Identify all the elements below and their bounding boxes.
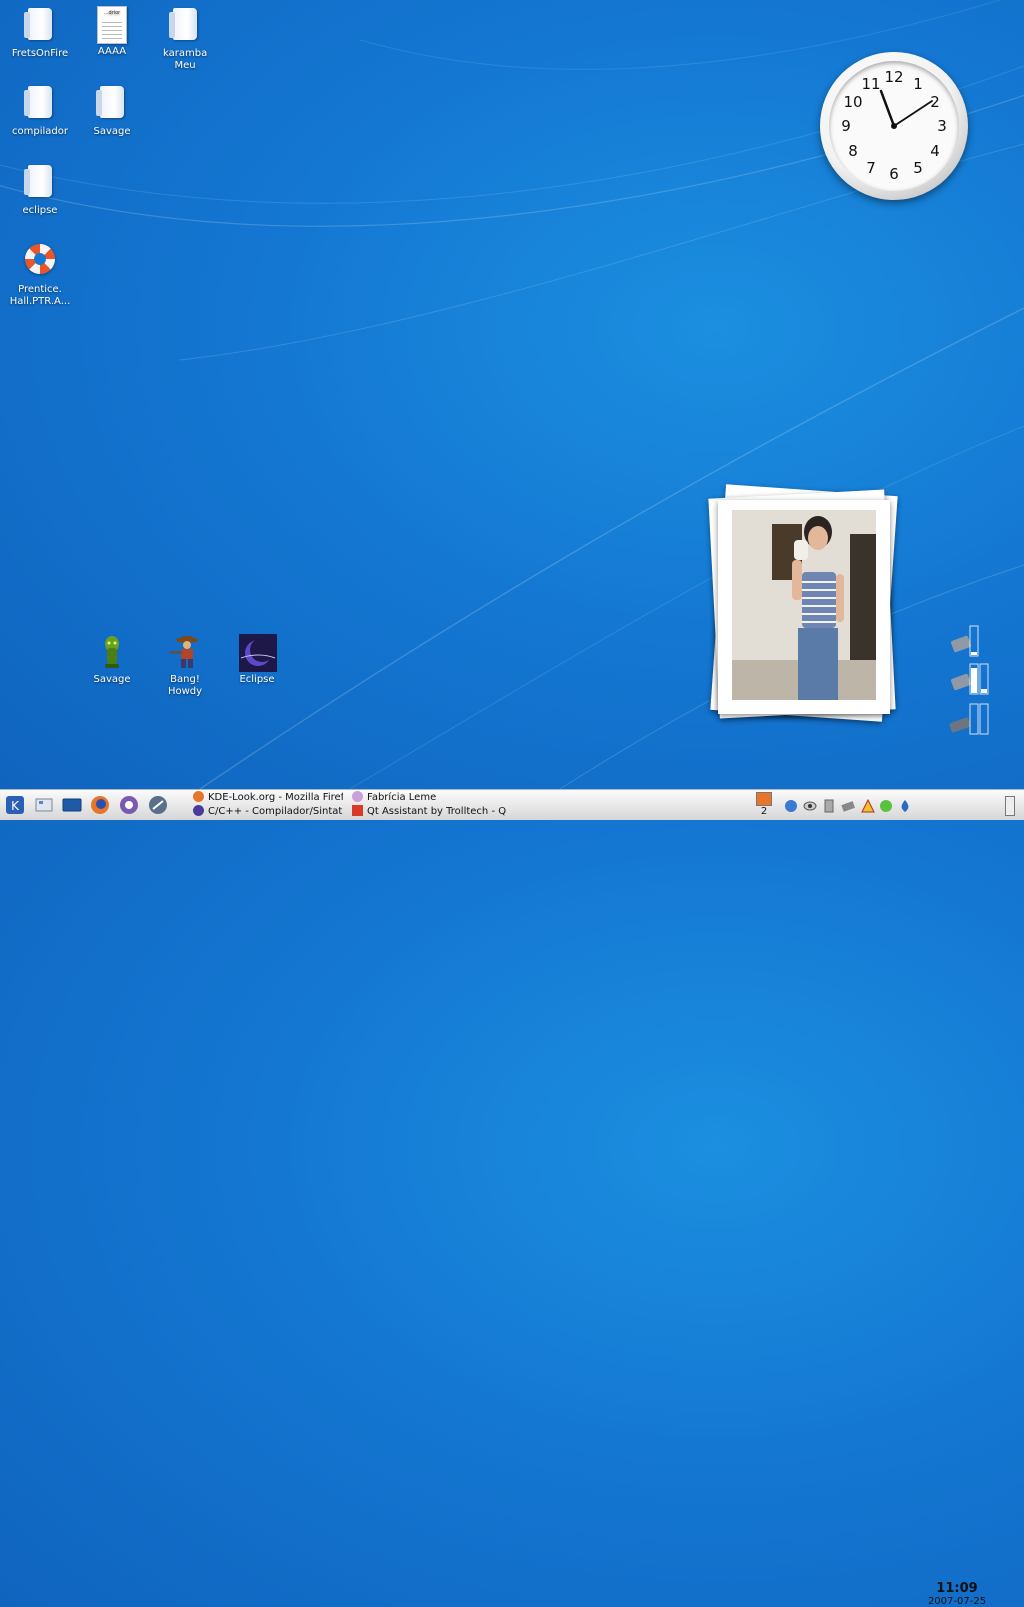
clock-center xyxy=(891,123,897,129)
network-meter xyxy=(949,703,989,735)
kopete-tray-icon[interactable] xyxy=(784,799,798,813)
task-kopete-chat[interactable]: Fabrícia Leme xyxy=(352,791,502,805)
desktop-icon[interactable] xyxy=(34,795,54,815)
green-status-icon[interactable] xyxy=(879,799,893,813)
drop-icon[interactable] xyxy=(898,799,912,813)
lifebuoy-icon xyxy=(25,244,55,274)
photo-frame-widget[interactable] xyxy=(708,484,900,726)
task-label: KDE-Look.org - Mozilla Firefo xyxy=(208,792,343,803)
konsole-icon[interactable] xyxy=(62,795,82,815)
pager-thumbnail xyxy=(756,792,772,806)
cowboy-game-icon xyxy=(170,636,198,668)
taskbar-clock[interactable]: 11:09 2007-07-25 xyxy=(926,1581,988,1607)
folder-icon xyxy=(24,8,52,40)
desktop-icon-label: eclipse xyxy=(22,205,58,216)
network-icon[interactable] xyxy=(841,799,855,813)
minute-hand xyxy=(893,100,933,127)
task-label: Qt Assistant by Trolltech - Q xyxy=(367,806,506,817)
task-label: C/C++ - Compilador/Sintatic xyxy=(208,806,343,817)
document-header: ...drior xyxy=(103,10,121,16)
desktop-icon-fretsonfire[interactable]: FretsOnFire xyxy=(5,6,75,60)
clock-hands xyxy=(879,89,933,129)
qt-assistant-icon xyxy=(352,805,363,816)
hour-hand xyxy=(879,89,896,128)
folder-icon xyxy=(169,8,197,40)
desktop-icon-bang-howdy[interactable]: Bang! Howdy xyxy=(150,634,220,698)
desktop-pager[interactable]: 2 xyxy=(754,792,774,818)
desktop-icon-label: AAAA xyxy=(97,46,127,57)
taskbar: K KDE-Look.org - Mozilla Firefo Fabrícia… xyxy=(0,789,1024,1607)
clock-face: 12 1 2 3 4 5 6 7 8 9 10 11 xyxy=(829,61,959,191)
analog-clock-widget[interactable]: 12 1 2 3 4 5 6 7 8 9 10 11 xyxy=(820,52,968,200)
firefox-icon[interactable] xyxy=(90,795,110,815)
eclipse-icon xyxy=(193,805,204,816)
task-firefox[interactable]: KDE-Look.org - Mozilla Firefo xyxy=(193,791,343,805)
folder-icon xyxy=(24,165,52,197)
folder-icon xyxy=(24,86,52,118)
usb-icon[interactable] xyxy=(822,799,836,813)
desktop-icon-karamba-meu[interactable]: karamba Meu xyxy=(150,6,220,72)
warning-icon[interactable] xyxy=(861,799,875,813)
eye-icon[interactable] xyxy=(803,799,817,813)
desktop-icon-eclipse-app[interactable]: Eclipse xyxy=(222,634,292,686)
konqueror-icon[interactable] xyxy=(148,795,168,815)
desktop-icon-eclipse-folder[interactable]: eclipse xyxy=(5,163,75,217)
desktop-icon-label: FretsOnFire xyxy=(11,48,69,59)
kopete-icon xyxy=(352,791,363,802)
svg-text:K: K xyxy=(11,799,20,813)
task-eclipse[interactable]: C/C++ - Compilador/Sintatic xyxy=(193,805,343,819)
clock-date: 2007-07-25 xyxy=(927,1596,987,1607)
system-meters-widget[interactable] xyxy=(946,624,994,740)
desktop-icon-label: karamba Meu xyxy=(163,48,208,71)
pager-number: 2 xyxy=(760,806,768,817)
desktop-icon-aaaa[interactable]: ...drior AAAA xyxy=(77,6,147,58)
task-label: Fabrícia Leme xyxy=(367,792,437,803)
firefox-icon xyxy=(193,791,204,802)
kde-menu-icon[interactable]: K xyxy=(5,795,25,815)
photo-image xyxy=(732,510,876,700)
hdd-meter xyxy=(951,663,989,695)
hdd-meter xyxy=(951,625,979,657)
kde-help-icon[interactable] xyxy=(119,795,139,815)
desktop-icon-savage-folder[interactable]: Savage xyxy=(77,84,147,138)
desktop-icon-label: Eclipse xyxy=(239,674,275,685)
folder-icon xyxy=(96,86,124,118)
eclipse-ide-icon xyxy=(239,634,277,672)
desktop-icon-compilador[interactable]: compilador xyxy=(5,84,75,138)
desktop-icon-label: Savage xyxy=(93,674,131,685)
desktop-icon-label: Savage xyxy=(93,126,131,137)
desktop-icon-label: Prentice. Hall.PTR.A... xyxy=(9,284,71,307)
clock-time: 11:09 xyxy=(936,1581,978,1596)
savage-game-icon xyxy=(105,636,119,668)
show-desktop-button[interactable] xyxy=(1005,796,1015,816)
desktop-icon-label: compilador xyxy=(12,126,68,137)
document-icon: ...drior xyxy=(97,6,127,44)
task-qt-assistant[interactable]: Qt Assistant by Trolltech - Q xyxy=(352,805,506,819)
desktop-icon-prentice-hall[interactable]: Prentice. Hall.PTR.A... xyxy=(5,241,75,308)
desktop-icon-label: Bang! Howdy xyxy=(167,674,203,697)
desktop-icon-savage-game[interactable]: Savage xyxy=(77,634,147,686)
